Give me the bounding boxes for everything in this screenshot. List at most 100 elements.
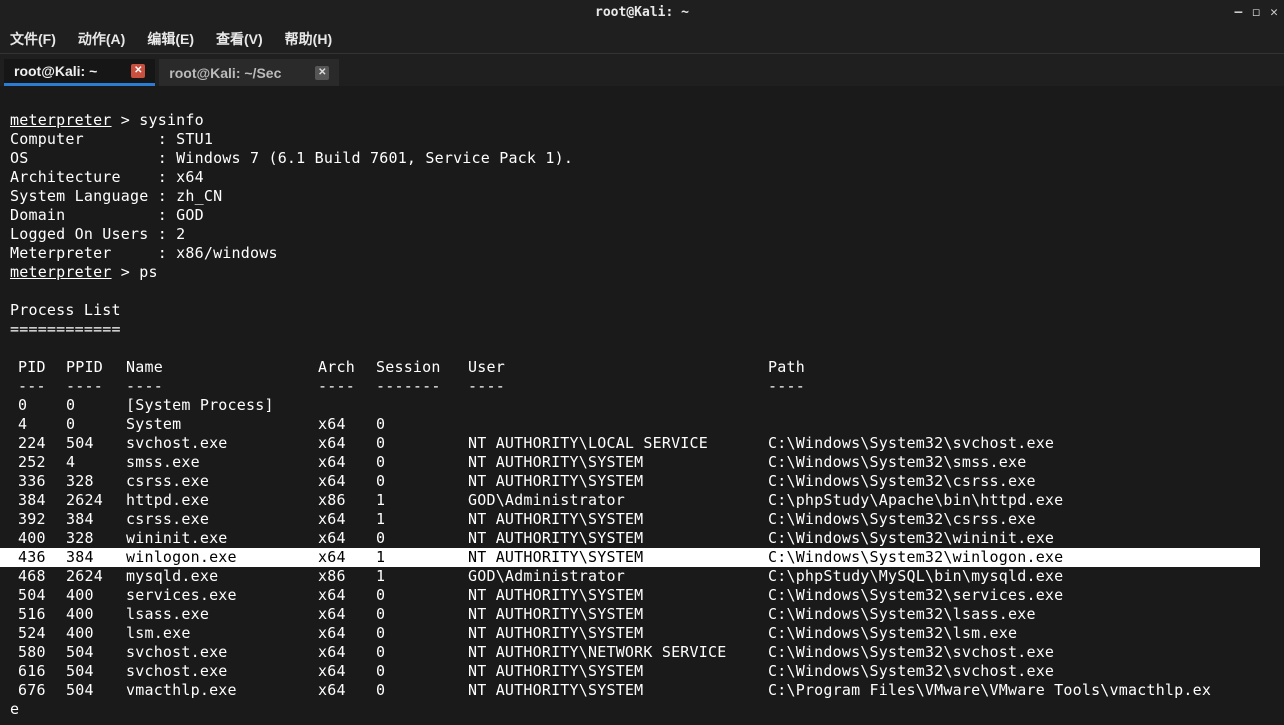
cell-pid: 392 (10, 510, 66, 529)
cell-ppid: 0 (66, 415, 126, 434)
table-row: 224504svchost.exex640NT AUTHORITY\LOCAL … (10, 434, 1274, 453)
cell-user: GOD\Administrator (468, 491, 768, 510)
cell-ppid: 2624 (66, 491, 126, 510)
cell-path: C:\Windows\System32\lsass.exe (768, 605, 1036, 624)
cell-path: C:\Windows\System32\svchost.exe (768, 434, 1054, 453)
cell-arch: x64 (318, 529, 376, 548)
menu-view[interactable]: 查看(V) (216, 29, 263, 49)
cell-arch: x64 (318, 510, 376, 529)
close-icon[interactable]: ✕ (1270, 5, 1278, 20)
menubar: 文件(F) 动作(A) 编辑(E) 查看(V) 帮助(H) (0, 24, 1284, 54)
cell-user: NT AUTHORITY\SYSTEM (468, 662, 768, 681)
table-row: 2524smss.exex640NT AUTHORITY\SYSTEMC:\Wi… (10, 453, 1274, 472)
table-row: 3842624httpd.exex861GOD\AdministratorC:\… (10, 491, 1274, 510)
table-row: 4682624mysqld.exex861GOD\AdministratorC:… (10, 567, 1274, 586)
cell-ppid: 328 (66, 472, 126, 491)
cell-path: C:\Windows\System32\svchost.exe (768, 662, 1054, 681)
titlebar: root@Kali: ~ — ◻ ✕ (0, 0, 1284, 24)
table-row: 676504vmacthlp.exex640NT AUTHORITY\SYSTE… (10, 681, 1274, 700)
cell-ppid: 504 (66, 662, 126, 681)
minimize-icon[interactable]: — (1235, 5, 1243, 20)
cell-arch: x64 (318, 434, 376, 453)
col-name: Name (126, 358, 318, 377)
cell-path: C:\Windows\System32\csrss.exe (768, 472, 1036, 491)
cell-ppid: 400 (66, 605, 126, 624)
cell-session: 0 (376, 624, 468, 643)
cell-session: 0 (376, 453, 468, 472)
menu-edit[interactable]: 编辑(E) (147, 29, 194, 49)
cell-name: lsass.exe (126, 605, 318, 624)
cell-ppid: 504 (66, 643, 126, 662)
table-row: 580504svchost.exex640NT AUTHORITY\NETWOR… (10, 643, 1274, 662)
cell-arch: x64 (318, 605, 376, 624)
tabbar: root@Kali: ~ ✕ root@Kali: ~/Sec ✕ (0, 54, 1284, 86)
cell-name: svchost.exe (126, 662, 318, 681)
maximize-icon[interactable]: ◻ (1252, 5, 1260, 20)
cell-path: C:\phpStudy\MySQL\bin\mysqld.exe (768, 567, 1063, 586)
tab-1[interactable]: root@Kali: ~ ✕ (4, 59, 155, 86)
cell-session: 0 (376, 662, 468, 681)
cell-pid: 580 (10, 643, 66, 662)
cell-arch: x64 (318, 453, 376, 472)
terminal-content[interactable]: meterpreter > sysinfo Computer : STU1OS … (0, 86, 1284, 725)
cell-user: NT AUTHORITY\NETWORK SERVICE (468, 643, 768, 662)
cell-name: services.exe (126, 586, 318, 605)
prompt-sep: > (112, 263, 140, 281)
cell-user: NT AUTHORITY\SYSTEM (468, 510, 768, 529)
cell-session: 0 (376, 643, 468, 662)
cell-name: svchost.exe (126, 643, 318, 662)
tab-close-icon[interactable]: ✕ (315, 66, 329, 80)
menu-help[interactable]: 帮助(H) (285, 29, 332, 49)
cell-user: GOD\Administrator (468, 567, 768, 586)
cell-name: httpd.exe (126, 491, 318, 510)
cell-path: C:\Windows\System32\svchost.exe (768, 643, 1054, 662)
cell-ppid: 400 (66, 586, 126, 605)
table-row: 516400lsass.exex640NT AUTHORITY\SYSTEMC:… (10, 605, 1274, 624)
cell-user: NT AUTHORITY\SYSTEM (468, 681, 768, 700)
cell-path: C:\Windows\System32\services.exe (768, 586, 1063, 605)
tab-2[interactable]: root@Kali: ~/Sec ✕ (159, 59, 339, 86)
cell-pid: 468 (10, 567, 66, 586)
cell-name: lsm.exe (126, 624, 318, 643)
cell-session: 0 (376, 586, 468, 605)
cell-session: 0 (376, 472, 468, 491)
sysinfo-row: Architecture : x64 (10, 168, 1274, 187)
cell-name: svchost.exe (126, 434, 318, 453)
sysinfo-row: Logged On Users : 2 (10, 225, 1274, 244)
cell-name: System (126, 415, 318, 434)
table-row: 40Systemx640 (10, 415, 1274, 434)
sysinfo-row: OS : Windows 7 (6.1 Build 7601, Service … (10, 149, 1274, 168)
cell-arch: x64 (318, 681, 376, 700)
cell-arch: x64 (318, 624, 376, 643)
cell-arch: x64 (318, 643, 376, 662)
cell-ppid: 0 (66, 396, 126, 415)
table-row: 392384csrss.exex641NT AUTHORITY\SYSTEMC:… (10, 510, 1274, 529)
cell-pid: 0 (10, 396, 66, 415)
menu-file[interactable]: 文件(F) (10, 29, 56, 49)
cell-arch: x64 (318, 415, 376, 434)
cell-user: NT AUTHORITY\SYSTEM (468, 529, 768, 548)
cell-pid: 224 (10, 434, 66, 453)
cell-user: NT AUTHORITY\SYSTEM (468, 548, 768, 567)
command-sysinfo: sysinfo (139, 111, 204, 129)
tab-close-icon[interactable]: ✕ (131, 64, 145, 78)
cell-ppid: 4 (66, 453, 126, 472)
table-row: 616504svchost.exex640NT AUTHORITY\SYSTEM… (10, 662, 1274, 681)
cell-name: smss.exe (126, 453, 318, 472)
cell-user: NT AUTHORITY\SYSTEM (468, 586, 768, 605)
cell-session: 1 (376, 491, 468, 510)
window-title: root@Kali: ~ (595, 5, 689, 20)
table-row: 00[System Process] (10, 396, 1274, 415)
cell-pid: 516 (10, 605, 66, 624)
cell-path: C:\Program Files\VMware\VMware Tools\vma… (768, 681, 1211, 700)
ps-underline: ============ (10, 320, 121, 338)
menu-actions[interactable]: 动作(A) (78, 29, 125, 49)
col-path: Path (768, 358, 805, 377)
cell-ppid: 328 (66, 529, 126, 548)
cell-name: mysqld.exe (126, 567, 318, 586)
wrapped-line: e (10, 700, 19, 718)
col-pid: PID (10, 358, 66, 377)
cell-path: C:\Windows\System32\wininit.exe (768, 529, 1054, 548)
cell-path: C:\Windows\System32\smss.exe (768, 453, 1026, 472)
sysinfo-row: Meterpreter : x86/windows (10, 244, 1274, 263)
